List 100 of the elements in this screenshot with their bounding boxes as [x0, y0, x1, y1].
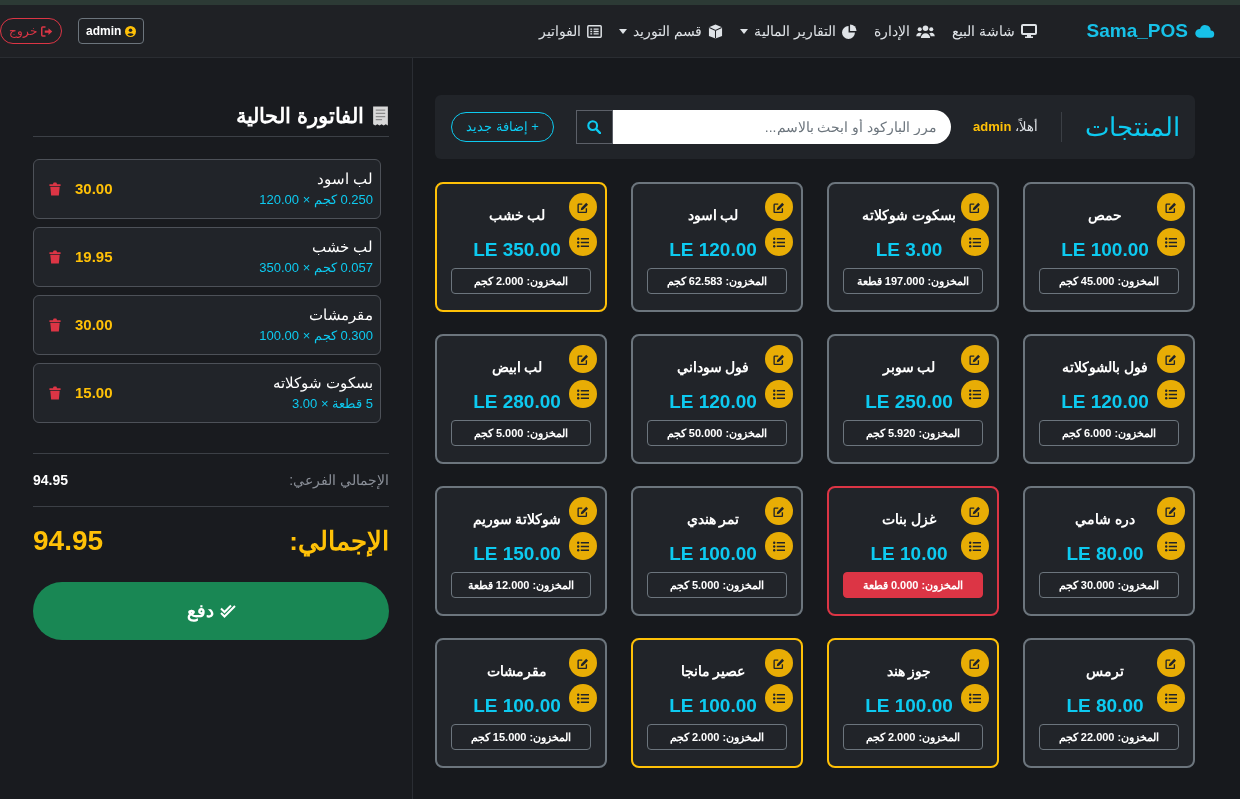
delete-button[interactable] [49, 182, 61, 196]
item-name: بسكوت شوكلاته [272, 373, 373, 393]
list-icon [577, 236, 589, 248]
product-price: LE 250.00 [865, 390, 953, 414]
list-icon [1165, 692, 1177, 704]
edit-icon [577, 657, 589, 669]
list-button[interactable] [961, 228, 989, 256]
list-button[interactable] [569, 228, 597, 256]
list-button[interactable] [1157, 228, 1185, 256]
delete-button[interactable] [49, 250, 61, 264]
edit-button[interactable] [569, 193, 597, 221]
brand-logo[interactable]: Sama_POS [1086, 16, 1215, 46]
product-price: LE 100.00 [473, 694, 561, 718]
search-button[interactable] [575, 110, 613, 144]
list-button[interactable] [765, 532, 793, 560]
edit-button[interactable] [961, 345, 989, 373]
list-icon [577, 692, 589, 704]
list-button[interactable] [569, 532, 597, 560]
edit-icon [773, 505, 785, 517]
edit-button[interactable] [961, 497, 989, 525]
stock-badge: المخزون: 197.000 قطعة [843, 268, 983, 294]
edit-button[interactable] [1157, 497, 1185, 525]
list-icon [1165, 236, 1177, 248]
nav-link[interactable]: الإدارة [873, 20, 935, 42]
product-name: مقرمشات [487, 662, 547, 682]
delete-button[interactable] [49, 318, 61, 332]
product-name: لب خشب [488, 206, 546, 225]
edit-button[interactable] [1157, 193, 1185, 221]
list-button[interactable] [961, 532, 989, 560]
product-price: LE 80.00 [1066, 694, 1144, 718]
edit-button[interactable] [569, 649, 597, 677]
user-button[interactable]: admin [78, 18, 145, 44]
stock-badge: المخزون: 50.000 كجم [647, 420, 787, 446]
subtotal-label: الإجمالي الفرعي: [289, 470, 389, 491]
product-price: LE 120.00 [669, 390, 757, 414]
product-name: حمص [1088, 206, 1122, 226]
receipt-icon [372, 106, 389, 126]
edit-icon [773, 657, 785, 669]
item-quantity: 0.250 كجم × 120.00 [259, 191, 373, 209]
item-quantity: 0.300 كجم × 100.00 [259, 327, 373, 345]
list-button[interactable] [961, 380, 989, 408]
total-value: 94.95 [33, 524, 104, 558]
item-name: مقرمشات [309, 305, 373, 325]
list-button[interactable] [961, 684, 989, 712]
stock-badge: المخزون: 62.583 كجم [647, 268, 787, 294]
edit-button[interactable] [765, 345, 793, 373]
trash-icon [49, 182, 61, 196]
edit-button[interactable] [569, 497, 597, 525]
list-button[interactable] [1157, 684, 1185, 712]
pie-chart-icon [841, 23, 857, 39]
list-icon [773, 236, 785, 248]
delete-button[interactable] [49, 386, 61, 400]
item-total: 15.00 [75, 382, 113, 403]
edit-button[interactable] [765, 193, 793, 221]
edit-icon [577, 505, 589, 517]
list-icon [773, 388, 785, 400]
stock-badge: المخزون: 30.000 كجم [1039, 572, 1179, 598]
product-name: جوز هند [886, 662, 932, 682]
list-button[interactable] [765, 228, 793, 256]
box-icon [707, 23, 723, 39]
item-name: لب اسود [316, 169, 373, 189]
list-button[interactable] [1157, 380, 1185, 408]
list-button[interactable] [1157, 532, 1185, 560]
sign-out-icon [41, 25, 53, 37]
product-price: LE 120.00 [1061, 390, 1149, 414]
item-name: لب خشب [311, 237, 373, 257]
product-name: تمر هندي [686, 510, 740, 530]
double-check-icon [219, 604, 236, 618]
list-button[interactable] [765, 684, 793, 712]
desktop-icon [1020, 24, 1037, 38]
list-button[interactable] [765, 380, 793, 408]
nav-link[interactable]: التقارير المالية [739, 20, 857, 42]
users-icon [915, 24, 935, 38]
edit-button[interactable] [961, 649, 989, 677]
item-quantity: 0.057 كجم × 350.00 [259, 259, 373, 277]
stock-badge: المخزون: 5.920 كجم [843, 420, 983, 446]
item-total: 30.00 [75, 314, 113, 335]
item-quantity: 5 قطعة × 3.00 [292, 395, 373, 413]
nav-link[interactable]: الفواتير [538, 20, 602, 42]
edit-button[interactable] [765, 649, 793, 677]
stock-badge: المخزون: 12.000 قطعة [451, 572, 591, 598]
edit-button[interactable] [1157, 345, 1185, 373]
stock-badge: المخزون: 15.000 كجم [451, 724, 591, 750]
list-button[interactable] [569, 684, 597, 712]
product-name: بسكوت شوكلاته [862, 206, 956, 226]
nav-link[interactable]: شاشة البيع [951, 20, 1037, 42]
list-button[interactable] [569, 380, 597, 408]
list-icon [586, 24, 602, 38]
edit-button[interactable] [961, 193, 989, 221]
product-name: دره شامي [1075, 510, 1135, 530]
nav-link[interactable]: قسم التوريد [618, 20, 723, 42]
edit-icon [1165, 201, 1177, 213]
edit-button[interactable] [569, 345, 597, 373]
edit-button[interactable] [765, 497, 793, 525]
total-label: الإجمالي: [289, 524, 389, 559]
trash-icon [49, 386, 61, 400]
product-price: LE 100.00 [865, 694, 953, 718]
stock-badge: المخزون: 5.000 كجم [647, 572, 787, 598]
pay-button[interactable]: دفع [33, 582, 389, 640]
edit-button[interactable] [1157, 649, 1185, 677]
